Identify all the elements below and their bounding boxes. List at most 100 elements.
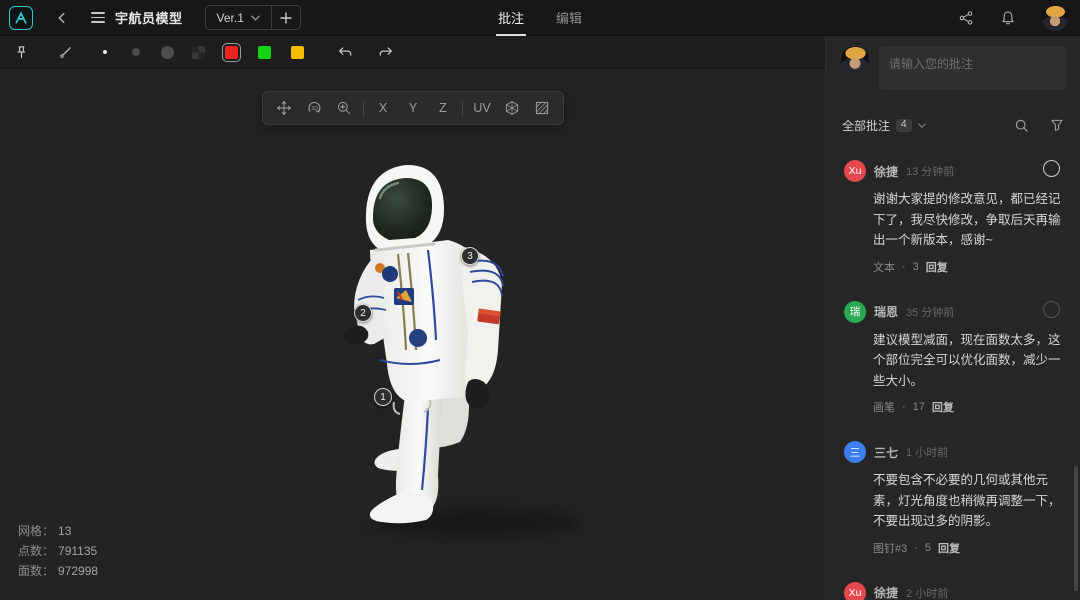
stat-vertices: 点数： 791135	[18, 541, 98, 561]
brush-size-large-button[interactable]	[156, 41, 178, 63]
chevron-left-icon	[55, 11, 69, 25]
clip-section-button[interactable]	[529, 95, 555, 121]
comment-item[interactable]: 三 三七 1 小时前 不要包含不必要的几何或其他元素，灯光角度也稍微再调整一下，…	[826, 429, 1080, 570]
astronaut-model	[310, 150, 610, 550]
toolbar-divider	[363, 101, 364, 116]
annotation-pin-1[interactable]: 1	[374, 388, 392, 406]
svg-text:3D: 3D	[311, 106, 318, 112]
tab-annotate[interactable]: 批注	[496, 0, 526, 36]
add-version-button[interactable]	[271, 6, 300, 29]
panel-scrollbar[interactable]	[1074, 466, 1078, 591]
custom-color-button[interactable]	[187, 41, 209, 63]
stat-value: 13	[58, 521, 71, 541]
zoom-tool-button[interactable]	[331, 95, 357, 121]
yellow-swatch	[291, 46, 304, 59]
color-red-button[interactable]	[220, 41, 242, 63]
comment-count-badge: 4	[896, 119, 912, 132]
resolve-toggle[interactable]	[1043, 301, 1060, 318]
comments-list: Xu 徐捷 13 分钟前 谢谢大家提的修改意见，都已经记下了，我尽快修改，争取后…	[826, 148, 1080, 600]
comment-text: 建议模型减面，现在面数太多，这个部位完全可以优化面数，减少一些大小。	[873, 330, 1065, 392]
annotation-pin-2[interactable]: 2	[354, 304, 372, 322]
bell-icon	[1000, 10, 1016, 26]
color-yellow-button[interactable]	[286, 41, 308, 63]
dot-separator: ·	[902, 401, 906, 413]
red-swatch	[225, 46, 238, 59]
reply-button[interactable]: 回复	[926, 259, 948, 275]
tab-edit[interactable]: 编辑	[554, 0, 584, 36]
medium-dot-icon	[132, 48, 140, 56]
redo-button[interactable]	[375, 41, 397, 63]
comment-input[interactable]	[879, 46, 1066, 90]
brush-size-small-button[interactable]	[94, 41, 116, 63]
undo-icon	[337, 45, 353, 59]
user-avatar[interactable]	[1042, 5, 1068, 31]
wireframe-button[interactable]	[499, 95, 525, 121]
axis-y-button[interactable]: Y	[400, 95, 426, 121]
reply-button[interactable]: 回复	[938, 540, 960, 556]
filter-label: 全部批注	[842, 117, 890, 134]
mode-tabs: 批注 编辑	[496, 0, 584, 36]
search-icon	[1014, 118, 1029, 133]
topbar-actions	[958, 0, 1080, 36]
reply-count: 3	[913, 261, 919, 273]
current-user-avatar	[841, 46, 869, 74]
stat-value: 972998	[58, 561, 98, 581]
reply-button[interactable]: 回复	[932, 399, 954, 415]
menu-icon[interactable]	[91, 12, 105, 23]
pen-icon	[58, 45, 73, 60]
comments-panel: 全部批注 4	[825, 36, 1080, 600]
pan-tool-button[interactable]	[271, 95, 297, 121]
comment-time: 2 小时前	[906, 585, 948, 600]
stat-meshes: 网格： 13	[18, 521, 98, 541]
comment-item[interactable]: Xu 徐捷 2 小时前 大家好，宇航员的模型已输出第一个版本，还比较粗糙，大家初…	[826, 570, 1080, 600]
notifications-button[interactable]	[1000, 10, 1016, 26]
version-label: Ver.1	[217, 11, 244, 25]
move-icon	[276, 100, 292, 116]
green-swatch	[258, 46, 271, 59]
hatched-plane-icon	[534, 100, 550, 116]
logo-a-icon	[14, 11, 28, 25]
back-button[interactable]	[55, 11, 69, 25]
stat-label: 面数：	[18, 561, 54, 581]
axis-z-button[interactable]: Z	[430, 95, 456, 121]
commenter-name: 瑞恩	[874, 303, 898, 320]
commenter-avatar: 瑞	[844, 301, 866, 323]
resolve-toggle[interactable]	[1043, 160, 1060, 177]
toolbar-divider	[462, 101, 463, 116]
dot-separator: ·	[914, 542, 918, 554]
viewport-3d-canvas[interactable]: 1 2 3 3D	[0, 69, 825, 600]
annotation-pin-3[interactable]: 3	[461, 247, 479, 265]
redo-icon	[378, 45, 394, 59]
comment-time: 1 小时前	[906, 444, 948, 460]
commenter-name: 徐捷	[874, 163, 898, 180]
comment-type: 文本	[873, 259, 895, 275]
filter-comments-button[interactable]	[1050, 118, 1064, 133]
comment-item[interactable]: Xu 徐捷 13 分钟前 谢谢大家提的修改意见，都已经记下了，我尽快修改，争取后…	[826, 148, 1080, 289]
rotate-3d-button[interactable]: 3D	[301, 95, 327, 121]
undo-button[interactable]	[334, 41, 356, 63]
app-logo[interactable]	[9, 6, 33, 30]
annotation-toolbar	[0, 36, 825, 69]
pin-tool-button[interactable]	[10, 41, 32, 63]
brush-size-medium-button[interactable]	[125, 41, 147, 63]
comments-filter-row: 全部批注 4	[842, 114, 1064, 136]
commenter-avatar: Xu	[844, 582, 866, 600]
filter-dropdown[interactable]: 全部批注 4	[842, 117, 926, 134]
commenter-avatar: 三	[844, 441, 866, 463]
comment-item[interactable]: 瑞 瑞恩 35 分钟前 建议模型减面，现在面数太多，这个部位完全可以优化面数，减…	[826, 289, 1080, 430]
share-button[interactable]	[958, 10, 974, 26]
search-comments-button[interactable]	[1014, 118, 1029, 133]
brush-tool-button[interactable]	[54, 41, 76, 63]
checker-swatch-icon	[192, 46, 205, 59]
stat-value: 791135	[58, 541, 97, 561]
stat-label: 网格：	[18, 521, 54, 541]
commenter-name: 三七	[874, 444, 898, 461]
uv-view-button[interactable]: UV	[469, 95, 495, 121]
axis-x-button[interactable]: X	[370, 95, 396, 121]
small-dot-icon	[103, 50, 107, 54]
commenter-name: 徐捷	[874, 584, 898, 600]
reply-count: 5	[925, 542, 931, 554]
stat-label: 点数：	[18, 541, 54, 561]
version-dropdown[interactable]: Ver.1	[206, 6, 271, 29]
color-green-button[interactable]	[253, 41, 275, 63]
